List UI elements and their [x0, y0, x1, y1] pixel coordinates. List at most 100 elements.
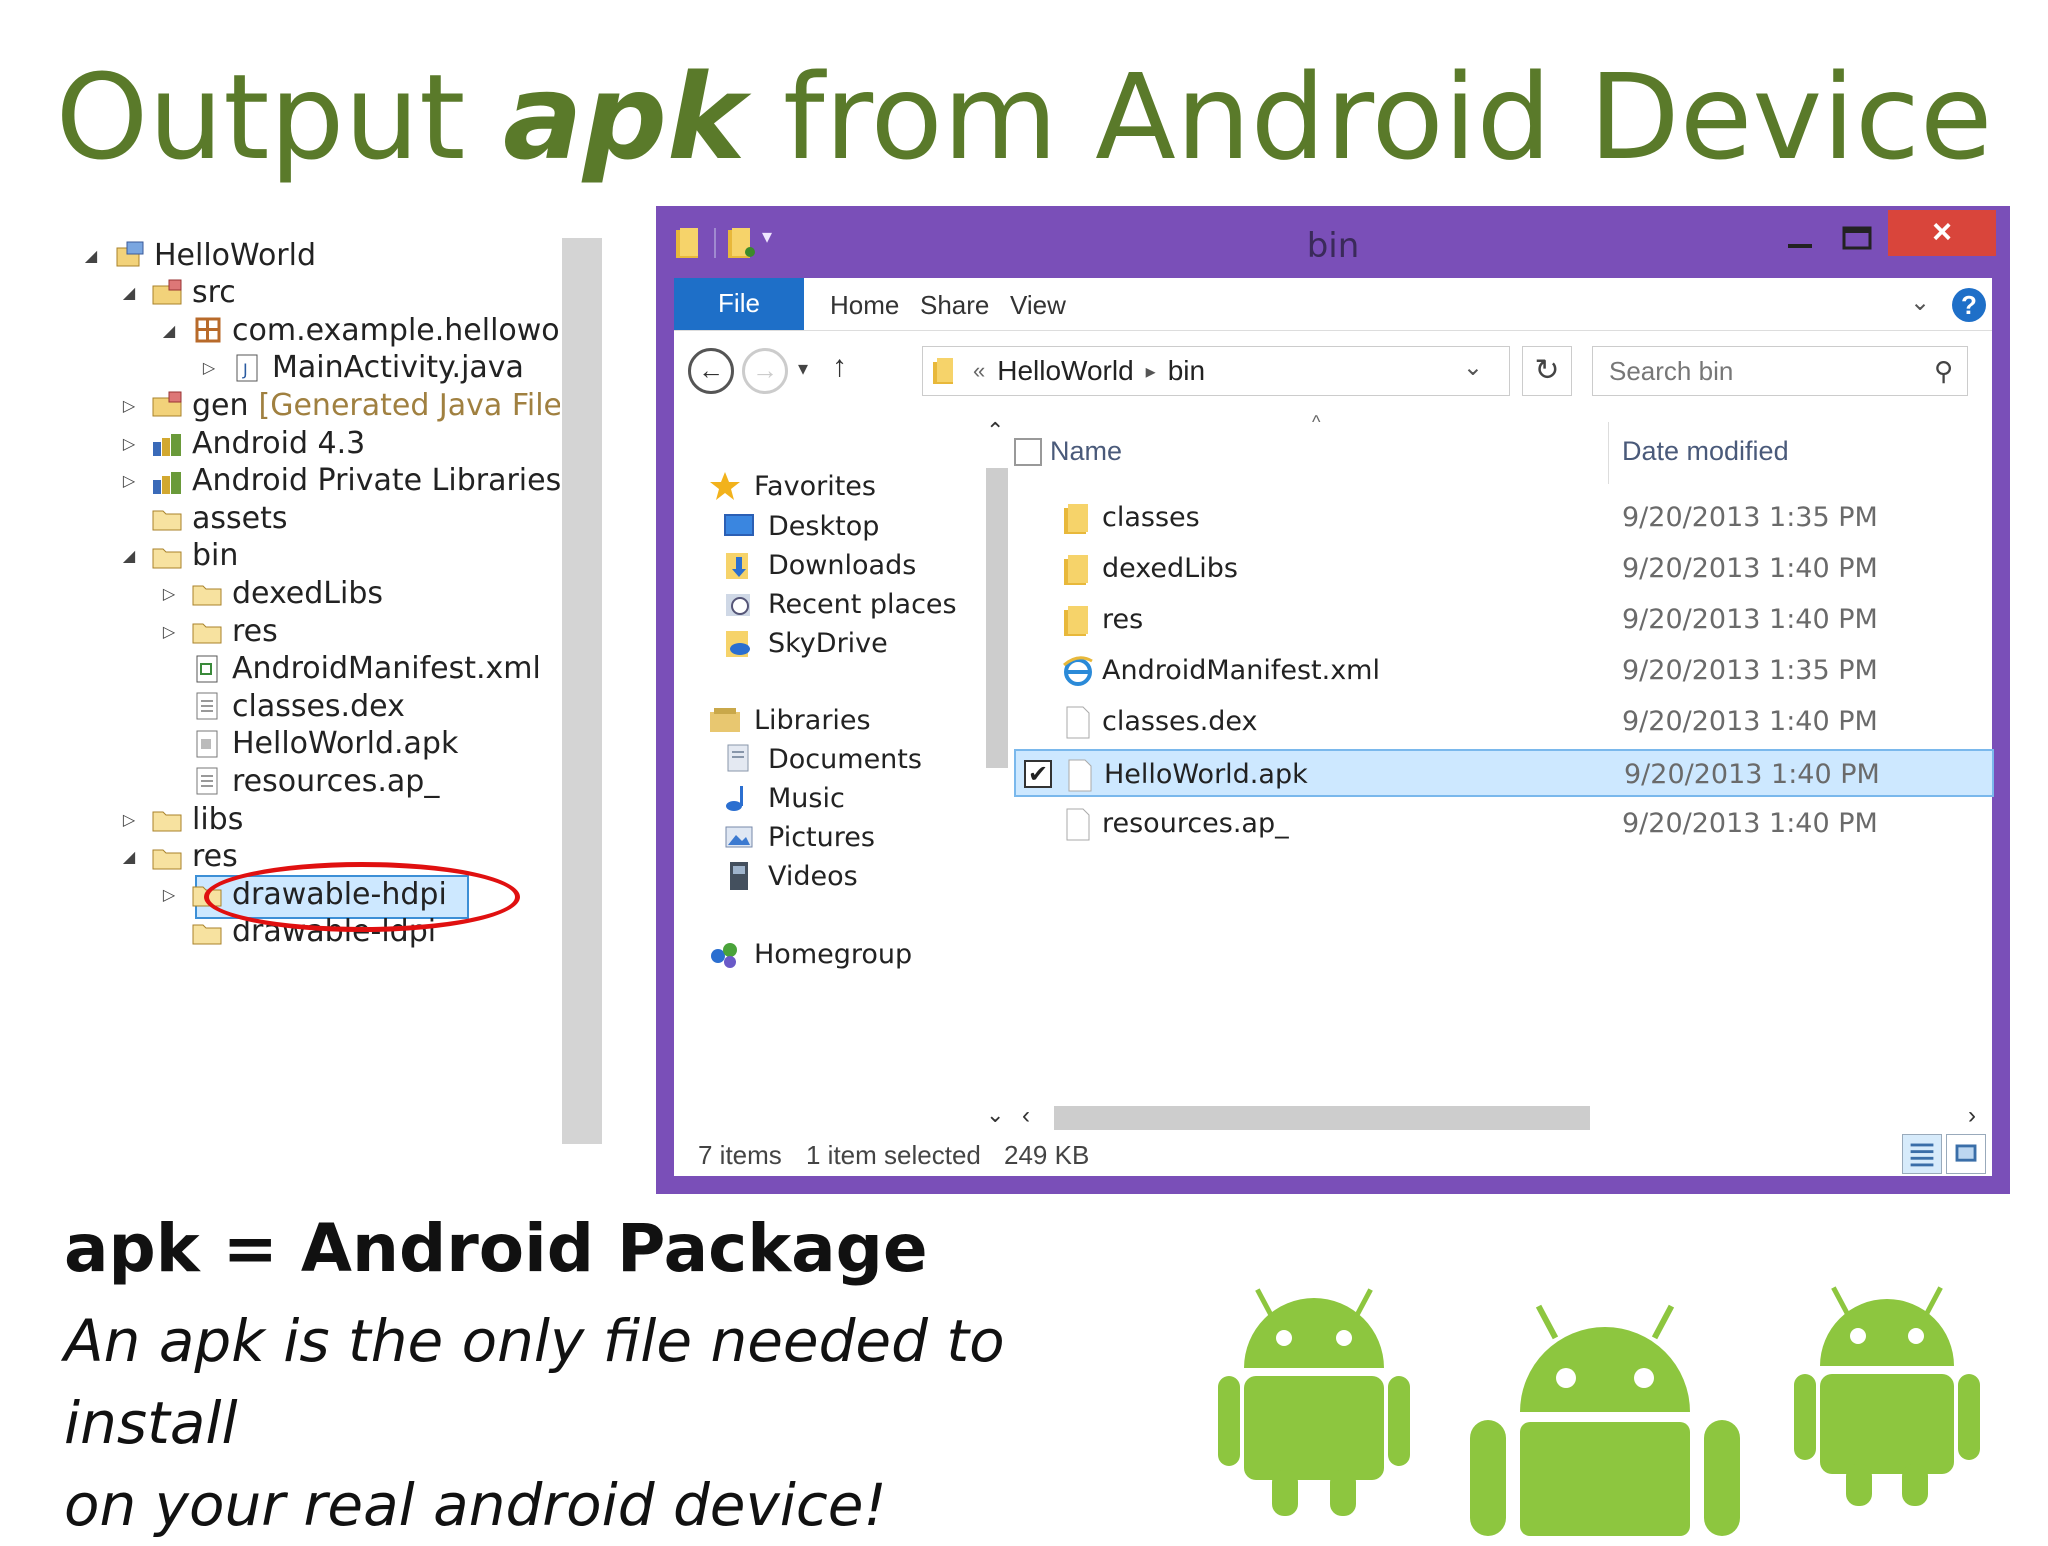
expanded-arrow-icon[interactable]: ◢	[80, 246, 102, 265]
tree-scrollbar[interactable]	[562, 238, 602, 1144]
file-icon	[190, 766, 224, 796]
forward-button[interactable]: →	[742, 348, 788, 394]
file-name: classes	[1102, 502, 1200, 533]
up-button[interactable]: ↑	[832, 350, 847, 384]
nav-downloads[interactable]: Downloads	[722, 545, 916, 585]
title-suffix: from Android Device	[745, 48, 1993, 186]
file-name: AndroidManifest.xml	[1102, 655, 1380, 686]
column-header-name[interactable]: Name	[1050, 436, 1122, 467]
file-date: 9/20/2013 1:40 PM	[1622, 706, 1878, 737]
slide-title: Output apk from Android Device	[0, 48, 2048, 186]
folder-icon	[190, 616, 224, 646]
expanded-arrow-icon[interactable]: ◢	[118, 546, 140, 565]
help-button[interactable]: ?	[1952, 288, 1986, 322]
nav-recent-places[interactable]: Recent places	[722, 584, 957, 624]
nav-skydrive[interactable]: SkyDrive	[722, 623, 888, 663]
collapsed-arrow-icon[interactable]: ▷	[118, 434, 140, 453]
tab-home[interactable]: Home	[830, 290, 899, 321]
select-all-checkbox[interactable]	[1014, 438, 1042, 466]
column-divider[interactable]	[1608, 422, 1609, 484]
search-icon[interactable]: ⚲	[1934, 347, 1953, 395]
nav-documents[interactable]: Documents	[722, 739, 922, 779]
back-button[interactable]: ←	[688, 348, 734, 394]
recent-locations-icon[interactable]: ▾	[798, 356, 808, 381]
nav-music[interactable]: Music	[722, 778, 845, 818]
column-header-date[interactable]: Date modified	[1622, 436, 1789, 467]
breadcrumb-separator[interactable]: ▸	[1146, 359, 1156, 384]
file-list: ^ Name Date modified classes 9/20/2013 1:…	[1014, 412, 1994, 1102]
tab-view[interactable]: View	[1010, 290, 1066, 321]
file-row[interactable]: AndroidManifest.xml 9/20/2013 1:35 PM	[1014, 647, 1994, 695]
scroll-right-icon[interactable]: ›	[1968, 1102, 1976, 1130]
scroll-down-icon[interactable]: ⌄	[986, 1102, 1004, 1128]
row-checkbox[interactable]: ✔	[1024, 760, 1052, 788]
tree-item-label: src	[192, 275, 236, 311]
file-date: 9/20/2013 1:40 PM	[1622, 553, 1878, 584]
collapsed-arrow-icon[interactable]: ▷	[198, 358, 220, 377]
tab-file[interactable]: File	[674, 278, 804, 330]
expanded-arrow-icon[interactable]: ◢	[158, 321, 180, 340]
close-button[interactable]: ×	[1888, 210, 1996, 256]
nav-label: Libraries	[754, 704, 871, 736]
nav-videos[interactable]: Videos	[722, 856, 858, 896]
homegroup-icon	[708, 938, 742, 970]
collapsed-arrow-icon[interactable]: ▷	[118, 810, 140, 829]
desktop-icon	[722, 510, 756, 542]
collapsed-arrow-icon[interactable]: ▷	[158, 584, 180, 603]
collapsed-arrow-icon[interactable]: ▷	[118, 471, 140, 490]
address-overflow[interactable]: «	[973, 358, 985, 384]
file-list-hscrollbar[interactable]: ‹ ›	[1014, 1102, 1992, 1134]
nav-libraries[interactable]: Libraries	[708, 700, 871, 740]
tree-item-label: Android 4.3	[192, 425, 366, 461]
svg-text:J: J	[242, 360, 248, 379]
file-row[interactable]: resources.ap_ 9/20/2013 1:40 PM	[1014, 800, 1994, 848]
ribbon-expand-icon[interactable]: ⌄	[1910, 288, 1930, 317]
refresh-button[interactable]: ↻	[1522, 346, 1572, 396]
expanded-arrow-icon[interactable]: ◢	[118, 847, 140, 866]
tab-share[interactable]: Share	[920, 290, 989, 321]
file-row[interactable]: ✔ HelloWorld.apk 9/20/2013 1:40 PM	[1014, 749, 1994, 797]
scroll-left-icon[interactable]: ‹	[1022, 1102, 1030, 1130]
breadcrumb-helloworld[interactable]: HelloWorld	[997, 355, 1133, 387]
recent-places-icon	[722, 588, 756, 620]
nav-label: Recent places	[768, 588, 957, 620]
file-row[interactable]: classes 9/20/2013 1:35 PM	[1014, 494, 1994, 542]
expanded-arrow-icon[interactable]: ◢	[118, 283, 140, 302]
folder-icon	[150, 804, 184, 834]
scroll-thumb[interactable]	[986, 468, 1008, 768]
tree-item-label: HelloWorld.apk	[232, 726, 459, 762]
file-row[interactable]: res 9/20/2013 1:40 PM	[1014, 596, 1994, 644]
project-tree: ◢ HelloWorld ◢ src ◢ com.example.hellowor ▷ J Ma…	[80, 232, 560, 1142]
address-dropdown-icon[interactable]: ⌄	[1463, 353, 1483, 382]
folder-icon	[150, 842, 184, 872]
breadcrumb-bin[interactable]: bin	[1168, 355, 1205, 387]
nav-desktop[interactable]: Desktop	[722, 506, 879, 546]
file-row[interactable]: dexedLibs 9/20/2013 1:40 PM	[1014, 545, 1994, 593]
collapsed-arrow-icon[interactable]: ▷	[158, 885, 180, 904]
nav-favorites[interactable]: Favorites	[708, 466, 876, 506]
address-bar[interactable]: « HelloWorld ▸ bin ⌄	[922, 346, 1510, 396]
file-date: 9/20/2013 1:40 PM	[1624, 759, 1880, 790]
collapsed-arrow-icon[interactable]: ▷	[118, 396, 140, 415]
search-input[interactable]: Search bin ⚲	[1592, 346, 1968, 396]
minimize-button[interactable]	[1774, 220, 1824, 260]
apk-file-icon	[190, 729, 224, 759]
scroll-up-icon[interactable]: ⌃	[986, 418, 1004, 444]
nav-homegroup[interactable]: Homegroup	[708, 934, 912, 974]
title-emphasis: apk	[502, 48, 746, 186]
file-row[interactable]: classes.dex 9/20/2013 1:40 PM	[1014, 698, 1994, 746]
collapsed-arrow-icon[interactable]: ▷	[158, 622, 180, 641]
tree-item-label: HelloWorld	[154, 237, 317, 273]
large-icons-view-button[interactable]	[1946, 1134, 1986, 1174]
hscroll-thumb[interactable]	[1054, 1106, 1590, 1130]
project-icon	[112, 240, 146, 270]
nav-pictures[interactable]: Pictures	[722, 817, 875, 857]
libraries-icon	[708, 704, 742, 736]
package-icon	[190, 315, 224, 345]
title-prefix: Output	[55, 48, 503, 186]
tree-item-note: [Generated Java Files	[258, 387, 560, 423]
maximize-button[interactable]	[1832, 220, 1882, 260]
status-item-count: 7 items	[698, 1140, 782, 1170]
details-view-button[interactable]	[1902, 1134, 1942, 1174]
nav-pane-scrollbar[interactable]: ⌃ ⌄	[980, 412, 1014, 1132]
